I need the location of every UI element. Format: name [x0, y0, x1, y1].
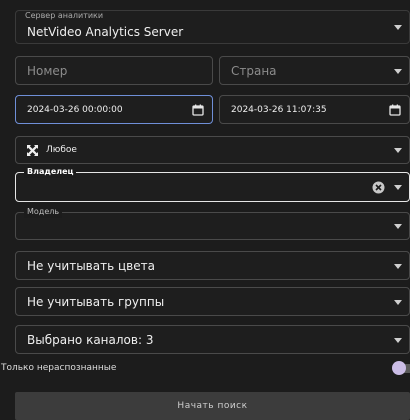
channels-value: Выбрано каналов: 3 [27, 332, 154, 347]
chevron-down-icon[interactable] [394, 337, 402, 343]
groups-value: Не учитывать группы [27, 294, 165, 309]
calendar-icon[interactable] [192, 104, 204, 116]
owner-select[interactable]: Владелец [15, 166, 410, 202]
chevron-down-icon[interactable] [394, 68, 402, 74]
number-placeholder: Номер [27, 63, 68, 78]
direction-value: Любое [46, 145, 77, 155]
date-to-value: 2024-03-26 11:07:35 [231, 104, 327, 115]
model-select[interactable]: Модель [15, 206, 410, 240]
toggle-thumb[interactable] [392, 361, 406, 375]
server-select-value: NetVideo Analytics Server [27, 25, 184, 39]
chevron-down-icon[interactable] [394, 263, 402, 269]
date-from-input[interactable]: 2024-03-26 00:00:00 [15, 95, 213, 124]
number-input[interactable]: Номер [15, 56, 213, 85]
chevron-down-icon[interactable] [394, 25, 402, 30]
country-placeholder: Страна [231, 63, 277, 78]
groups-select[interactable]: Не учитывать группы [15, 287, 410, 316]
chevron-down-icon[interactable] [394, 224, 402, 229]
calendar-icon[interactable] [389, 104, 401, 116]
clear-icon[interactable] [372, 181, 385, 194]
chevron-down-icon[interactable] [394, 185, 402, 190]
server-select[interactable]: Сервер аналитики NetVideo Analytics Serv… [15, 10, 410, 44]
direction-select[interactable]: Любое [15, 136, 410, 164]
owner-label: Владелец [24, 166, 77, 178]
chevron-down-icon[interactable] [394, 148, 402, 153]
colors-value: Не учитывать цвета [27, 258, 155, 273]
date-from-value: 2024-03-26 00:00:00 [27, 104, 123, 115]
arrows-all-directions-icon [27, 145, 38, 156]
date-to-input[interactable]: 2024-03-26 11:07:35 [219, 95, 410, 124]
country-select[interactable]: Страна [219, 56, 410, 85]
unrecognized-toggle-row: Только нераспознанные [0, 359, 410, 379]
channels-select[interactable]: Выбрано каналов: 3 [15, 325, 410, 354]
unrecognized-label: Только нераспознанные [1, 363, 117, 373]
chevron-down-icon[interactable] [394, 299, 402, 305]
model-label: Модель [24, 206, 63, 218]
colors-select[interactable]: Не учитывать цвета [15, 251, 410, 280]
